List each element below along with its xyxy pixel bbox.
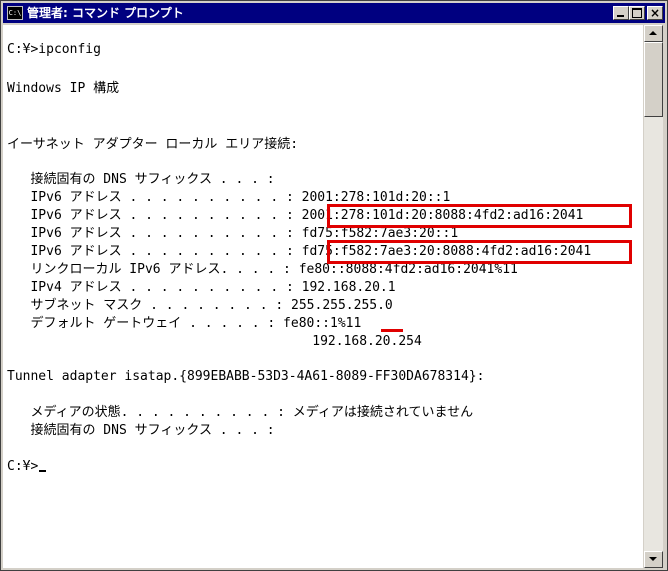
console-line: IPv4 アドレス . . . . . . . . . . : 192.168.…	[7, 280, 396, 295]
close-button[interactable]: ×	[647, 6, 663, 20]
prompt-text: C:¥>	[7, 459, 39, 474]
console-line: デフォルト ゲートウェイ . . . . . : fe80::1%11	[7, 316, 362, 331]
vertical-scrollbar[interactable]	[644, 25, 663, 568]
console-line: サブネット マスク . . . . . . . . : 255.255.255.…	[7, 298, 393, 313]
title-bar[interactable]: C:\ 管理者: コマンド プロンプト ×	[3, 3, 665, 23]
console-line: 接続固有の DNS サフィックス . . . :	[7, 423, 275, 438]
console-line: 192.168.20.254	[7, 334, 422, 349]
cmd-icon: C:\	[7, 6, 23, 20]
scroll-thumb[interactable]	[644, 42, 663, 117]
scroll-up-button[interactable]	[644, 25, 663, 42]
text-cursor	[39, 470, 47, 472]
arrow-up-icon	[649, 31, 657, 35]
console-line: イーサネット アダプター ローカル エリア接続:	[7, 137, 299, 152]
console-line: メディアの状態. . . . . . . . . . : メディアは接続されてい…	[7, 405, 474, 420]
highlight-box	[327, 240, 632, 264]
arrow-down-icon	[649, 557, 657, 561]
console-line: リンクローカル IPv6 アドレス. . . . : fe80::8088:4f…	[7, 262, 518, 277]
console-output[interactable]: C:¥>ipconfig Windows IP 構成 イーサネット アダプター …	[3, 25, 643, 568]
prompt-line: C:¥>	[7, 459, 47, 475]
close-icon: ×	[649, 6, 661, 20]
maximize-button[interactable]	[629, 6, 645, 20]
console-line: 接続固有の DNS サフィックス . . . :	[7, 172, 275, 187]
maximize-icon	[632, 8, 642, 18]
command-prompt-window: C:\ 管理者: コマンド プロンプト × C:¥>ipconfig Windo…	[0, 0, 668, 571]
scroll-down-button[interactable]	[644, 551, 663, 568]
highlight-underline	[381, 329, 403, 332]
console-line: Tunnel adapter isatap.{899EBABB-53D3-4A6…	[7, 369, 485, 384]
console-line: Windows IP 構成	[7, 81, 120, 96]
minimize-button[interactable]	[613, 6, 629, 20]
minimize-icon	[617, 15, 624, 17]
highlight-box	[327, 204, 632, 228]
console-line: C:¥>ipconfig	[7, 42, 101, 57]
window-title: 管理者: コマンド プロンプト	[27, 6, 184, 20]
